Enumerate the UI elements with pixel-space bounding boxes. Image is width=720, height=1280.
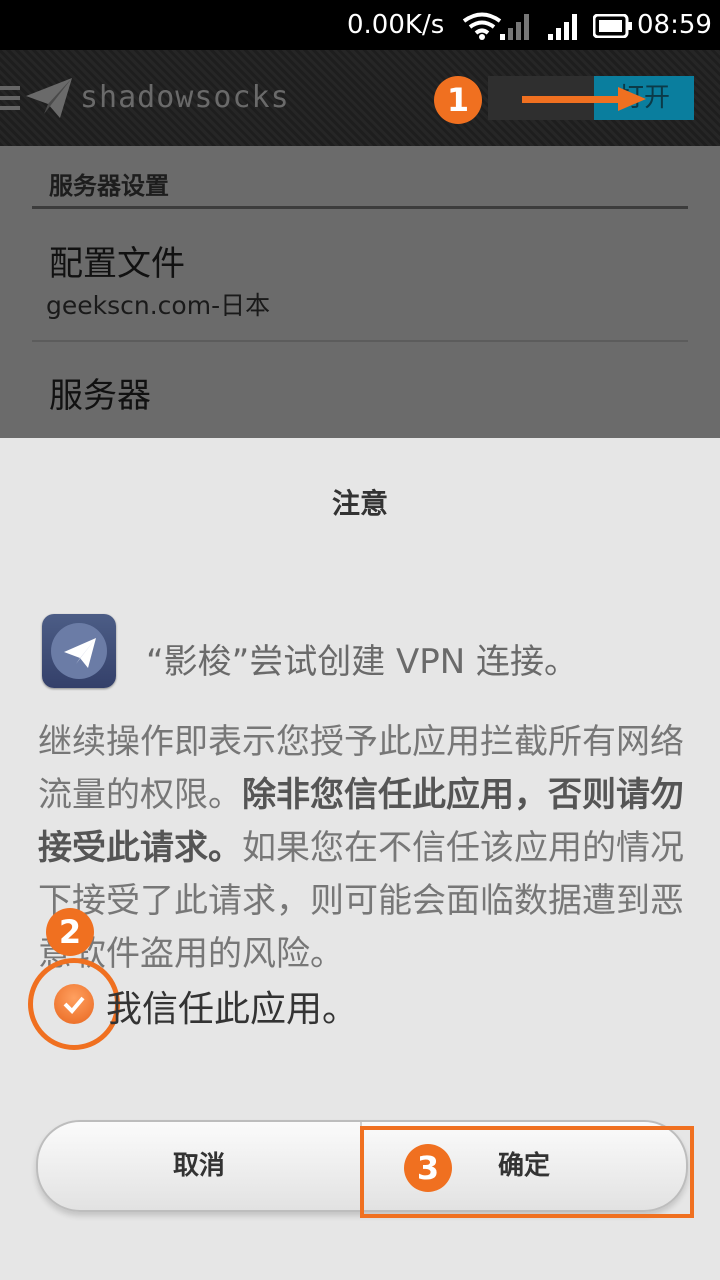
wifi-icon <box>462 12 502 40</box>
clock: 08:59 <box>637 10 712 40</box>
server-title: 服务器 <box>49 376 151 416</box>
step-badge-3: 3 <box>404 1144 452 1192</box>
step-badge-1: 1 <box>434 76 482 124</box>
vpn-request-message: “影梭”尝试创建 VPN 连接。 <box>146 642 579 682</box>
vpn-permission-dialog: 注意 “影梭”尝试创建 VPN 连接。 继续操作即表示您授予此应用拦截所有网络流… <box>0 438 720 1280</box>
cancel-button[interactable]: 取消 <box>38 1122 360 1210</box>
dialog-title: 注意 <box>331 487 388 520</box>
menu-icon[interactable] <box>0 86 20 112</box>
section-header: 服务器设置 <box>49 172 169 200</box>
app-title: shadowsocks <box>80 80 290 115</box>
paper-plane-icon <box>26 78 72 118</box>
signal-icon <box>548 14 577 40</box>
profile-subtitle: geekscn.com-日本 <box>46 291 271 320</box>
warning-text: 继续操作即表示您授予此应用拦截所有网络流量的权限。除非您信任此应用，否则请勿接受… <box>38 716 688 981</box>
divider <box>32 206 688 209</box>
network-speed: 0.00K/s <box>347 10 445 40</box>
app-icon <box>42 614 116 688</box>
paper-plane-icon <box>64 638 96 668</box>
settings-list: 服务器设置 配置文件 geekscn.com-日本 服务器 <box>0 146 720 438</box>
divider <box>32 340 688 342</box>
profile-title: 配置文件 <box>49 244 185 284</box>
status-bar: 0.00K/s 08:59 <box>0 0 720 50</box>
trust-checkbox-label[interactable]: 我信任此应用。 <box>106 980 358 1032</box>
arrow-right-icon <box>522 87 646 111</box>
battery-icon <box>593 14 632 38</box>
signal-icon <box>500 14 529 40</box>
step-badge-2: 2 <box>46 908 94 956</box>
